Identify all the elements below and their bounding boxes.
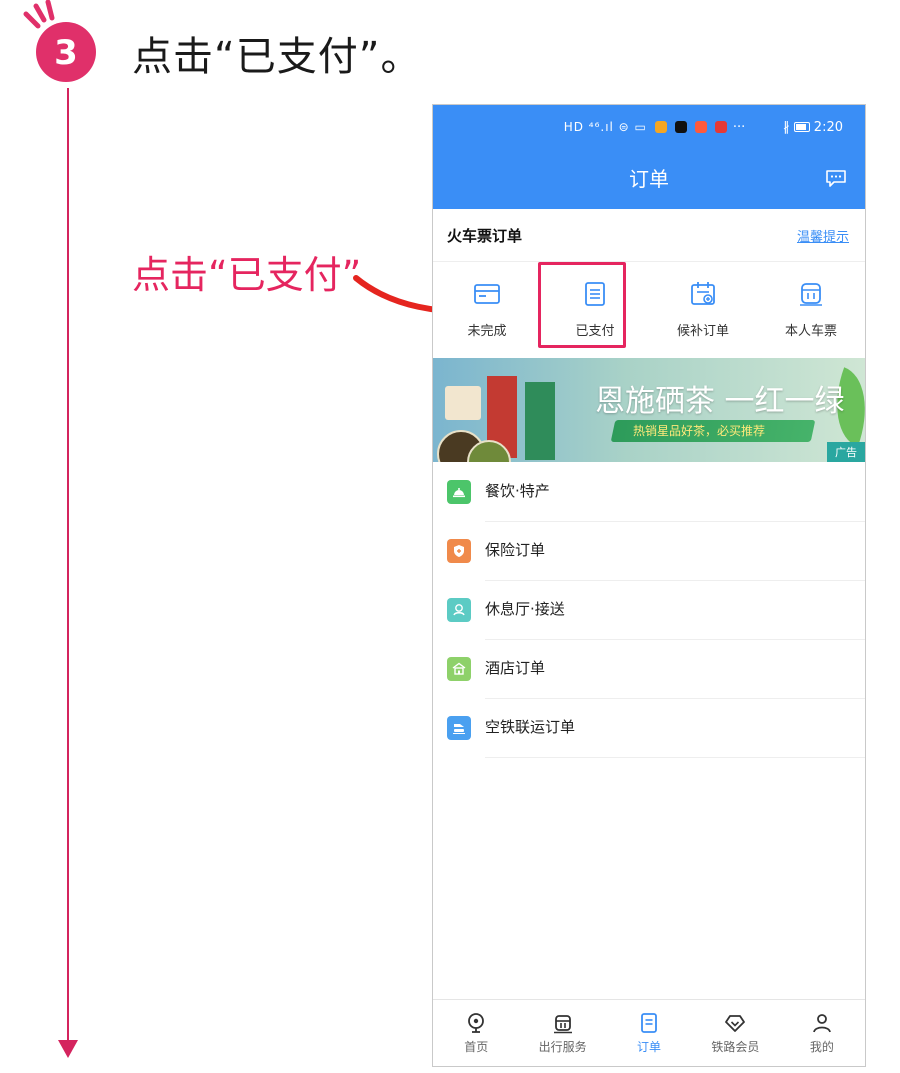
battery-icon [793,122,810,132]
timeline-line [67,88,69,1043]
ad-banner[interactable]: 恩施硒茶 一红一绿 热销星品好茶，必买推荐 广告 [433,358,865,462]
ticket-order-tabs: 未完成 已支付 候补订单 本人车票 [433,262,865,358]
status-network-icons: HD ⁴⁶.ıl ⊜ ▭ [563,120,647,134]
step-number: 3 [54,33,78,73]
status-more: ··· [732,119,746,135]
home-icon [468,1013,485,1033]
air-rail-icon [447,715,471,740]
waitlist-calendar-icon [691,282,715,305]
tabbar-home-label: 首页 [464,1040,489,1054]
tabbar-member-label: 铁路会员 [711,1040,760,1054]
food-bell-icon [447,479,471,504]
message-icon[interactable] [825,169,847,187]
service-lounge-label: 休息厅·接送 [485,580,865,640]
tab-my-tickets-label: 本人车票 [784,324,837,339]
app-header: HD ⁴⁶.ıl ⊜ ▭ ··· ∦ 2:20 订单 [433,105,865,209]
weibo-notification-icon [694,121,707,133]
status-bar: HD ⁴⁶.ıl ⊜ ▭ ··· ∦ 2:20 [433,105,865,149]
app-notification-icon [714,121,727,133]
tab-waitlist[interactable]: 候补订单 [649,262,757,358]
tabbar-orders[interactable]: 订单 [606,1000,692,1066]
profile-icon [812,1014,831,1033]
step-title: 点击“已支付”。 [132,34,422,80]
tab-waitlist-label: 候补订单 [676,324,729,339]
tea-gift-box-image [445,386,481,420]
highlight-paid-tab [538,262,626,348]
status-time: 2:20 [813,119,843,135]
service-insurance-label: 保险订单 [485,521,865,581]
tab-unfinished[interactable]: 未完成 [433,262,541,358]
member-icon [725,1015,746,1032]
travel-service-icon [553,1015,572,1034]
tabbar-member[interactable]: 铁路会员 [692,1000,778,1066]
banner-subline: 热销星品好茶，必买推荐 [633,424,766,438]
ticket-orders-title: 火车票订单 [447,226,523,245]
tabbar-orders-label: 订单 [637,1040,662,1054]
service-air-rail-label: 空铁联运订单 [485,698,865,758]
insurance-shield-icon [447,538,471,563]
step-badge-icon: 3 [23,0,96,82]
tabbar-travel-service[interactable]: 出行服务 [519,1000,605,1066]
tips-link[interactable]: 温馨提示 [797,226,849,245]
service-food[interactable]: 餐饮·特产 [433,462,865,522]
service-list: 餐饮·特产 保险订单 休息厅·接送 酒店订单 空铁联运订单 [433,462,865,758]
callout-label: 点击“已支付” [132,253,362,297]
train-icon [800,283,822,306]
status-right: ∦ 2:20 [783,120,843,135]
green-tea-box-image [525,382,555,460]
lounge-icon [447,597,471,622]
tabbar-home[interactable]: 首页 [433,1000,519,1066]
bottom-tabbar: 首页 出行服务 订单 铁路会员 我的 [433,999,865,1066]
service-food-label: 餐饮·特产 [485,462,865,522]
page-title: 订单 [629,167,669,191]
banner-headline: 恩施硒茶 一红一绿 [595,384,845,419]
order-icon [641,1013,657,1033]
tab-unfinished-label: 未完成 [467,324,507,339]
bluetooth-icon: ∦ [783,119,790,135]
tiktok-notification-icon [674,121,687,133]
timeline-arrow-icon [58,1040,78,1058]
service-air-rail[interactable]: 空铁联运订单 [433,698,865,758]
tabbar-travel-service-label: 出行服务 [538,1040,587,1054]
service-lounge[interactable]: 休息厅·接送 [433,580,865,640]
service-insurance[interactable]: 保险订单 [433,521,865,581]
tabbar-profile[interactable]: 我的 [779,1000,865,1066]
hotel-icon [447,656,471,681]
service-hotel-label: 酒店订单 [485,639,865,699]
tabbar-profile-label: 我的 [809,1040,834,1054]
tab-my-tickets[interactable]: 本人车票 [757,262,865,358]
phone-screen: HD ⁴⁶.ıl ⊜ ▭ ··· ∦ 2:20 订单 火车票订单 温馨提示 未完… [432,104,866,1067]
ticket-orders-header: 火车票订单 温馨提示 [433,209,865,262]
app-notification-icon [654,121,667,133]
ticket-card-icon [474,284,500,304]
service-hotel[interactable]: 酒店订单 [433,639,865,699]
ad-tag: 广告 [827,442,865,462]
